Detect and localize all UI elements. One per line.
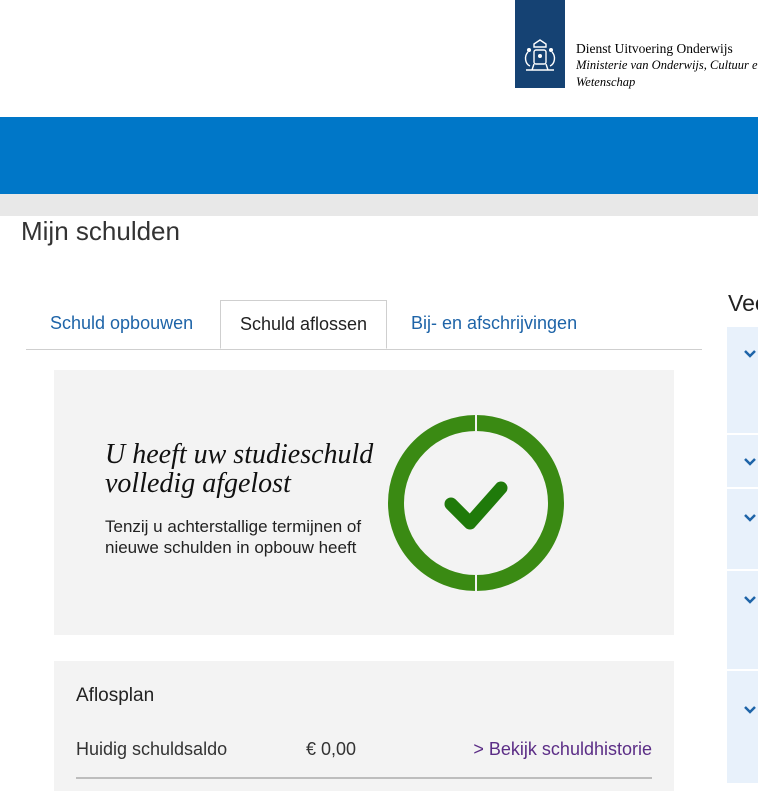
navigation-bar [0,117,758,194]
chevron-down-icon [744,596,756,604]
chevron-down-icon [744,458,756,466]
status-heading: U heeft uw studieschuld volledig afgelos… [105,439,374,499]
current-debt-value: € 0,00 [306,739,357,759]
sidebar-title: Vee [728,290,758,316]
logo[interactable] [515,0,565,88]
repayment-plan-panel: Aflosplan Huidig schuldsaldo € 0,00 > Be… [54,661,674,791]
org-name-line3: Wetenschap [576,75,636,89]
tab-schuld-aflossen[interactable]: Schuld aflossen [220,300,387,349]
faq-sidebar [727,327,758,783]
sidebar-item[interactable] [727,571,758,671]
chevron-down-icon [744,706,756,714]
organisation-name: Dienst Uitvoering Onderwijs Ministerie v… [576,40,758,91]
tab-schuld-opbouwen[interactable]: Schuld opbouwen [50,300,193,348]
sidebar-item[interactable] [727,489,758,571]
plan-title: Aflosplan [76,685,155,706]
status-subtext: Tenzij u achterstallige termijnen of nie… [105,517,362,557]
royal-coat-of-arms-icon [524,39,556,71]
view-debt-history-link[interactable]: > Bekijk schuldhistorie [473,739,652,760]
site-header: Dienst Uitvoering Onderwijs Ministerie v… [0,0,758,117]
tab-bar: Schuld opbouwen Schuld aflossen Bij- en … [26,300,702,350]
page-title: Mijn schulden [21,216,180,246]
org-name-line2: Ministerie van Onderwijs, Cultuur en [576,58,758,72]
chevron-down-icon [744,514,756,522]
check-circle-icon [388,414,564,592]
plan-row: Huidig schuldsaldo € 0,00 > Bekijk schul… [76,739,652,779]
tab-bij-en-afschrijvingen[interactable]: Bij- en afschrijvingen [411,300,577,348]
sidebar-item[interactable] [727,435,758,489]
sidebar-item[interactable] [727,327,758,435]
repayment-status-panel: U heeft uw studieschuld volledig afgelos… [54,370,674,635]
breadcrumb-strip [0,194,758,216]
current-debt-label: Huidig schuldsaldo [76,739,228,759]
sidebar-item[interactable] [727,671,758,783]
org-name-line1: Dienst Uitvoering Onderwijs [576,41,733,56]
chevron-down-icon [744,350,756,358]
